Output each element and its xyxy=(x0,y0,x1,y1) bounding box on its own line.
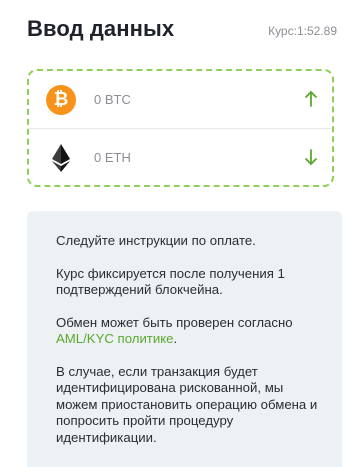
exchange-rate: Курс:1:52.89 xyxy=(268,24,337,38)
exchange-rate-value: 1:52.89 xyxy=(296,24,337,38)
header: Ввод данных Курс:1:52.89 xyxy=(27,16,337,48)
info-aml-suffix: . xyxy=(173,331,178,346)
send-amount[interactable]: 0 BTC xyxy=(94,92,131,107)
bitcoin-icon: ₿ xyxy=(46,85,76,115)
info-aml-prefix: Обмен может быть проверен согласно xyxy=(56,314,293,330)
info-risk-notice: В случае, если транзакция будет идентифи… xyxy=(56,363,318,445)
info-card: Следуйте инструкции по оплате. Курс фикс… xyxy=(27,211,342,467)
info-rate-fixed: Курс фиксируется после получения 1 подтв… xyxy=(56,265,285,298)
ethereum-icon xyxy=(46,143,76,173)
info-aml-check: Обмен может быть проверен согласно AML/K… xyxy=(56,315,326,348)
arrow-down-icon xyxy=(302,147,320,167)
send-currency-row[interactable]: ₿ 0 BTC xyxy=(29,71,332,129)
exchange-rate-label: Курс: xyxy=(268,24,297,38)
info-text: Следуйте инструкции по оплате. Курс фикс… xyxy=(56,233,326,462)
exchange-box: ₿ 0 BTC 0 ETH xyxy=(27,69,334,187)
arrow-up-icon xyxy=(302,89,320,109)
bitcoin-symbol: ₿ xyxy=(46,85,76,115)
receive-amount[interactable]: 0 ETH xyxy=(94,150,131,165)
page-title: Ввод данных xyxy=(27,16,175,41)
aml-kyc-policy-link[interactable]: AML/KYC политике xyxy=(56,331,173,346)
info-instructions: Следуйте инструкции по оплате. xyxy=(56,233,256,248)
receive-currency-row[interactable]: 0 ETH xyxy=(29,129,332,187)
